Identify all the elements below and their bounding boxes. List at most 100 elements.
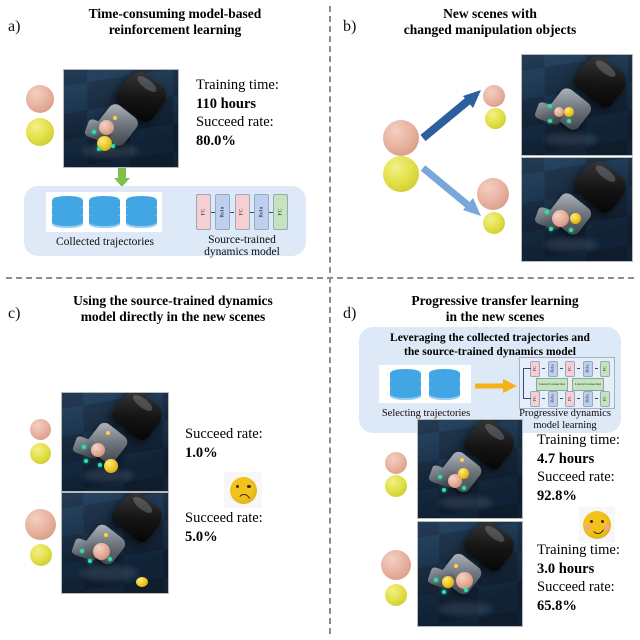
nn-layer-fc-2: FC bbox=[234, 194, 250, 230]
succeed-rate-value: 5.0% bbox=[185, 528, 218, 545]
nn-layer-label: FC bbox=[567, 365, 573, 372]
succeed-rate-value: 92.8% bbox=[537, 487, 577, 504]
panel-a-letter: a) bbox=[8, 18, 21, 35]
sphere-pink-d-row1 bbox=[385, 452, 407, 474]
panel-d-letter: d) bbox=[343, 305, 357, 322]
nn-layer-fc-1-bottom: FC bbox=[530, 390, 540, 407]
panel-c-letter: c) bbox=[8, 305, 21, 322]
lateral-connection-label: Lateral Connection bbox=[538, 381, 566, 386]
sphere-yellow-a bbox=[26, 118, 54, 146]
sphere-pink-c-row1 bbox=[30, 419, 51, 440]
sphere-yellow-c-row1 bbox=[30, 443, 51, 464]
robot-scene-a bbox=[63, 69, 179, 168]
panel-d-title-line1: Progressive transfer learning bbox=[411, 293, 579, 308]
marker-dot bbox=[111, 144, 115, 148]
nn-layer-label: Relu bbox=[219, 206, 226, 218]
database-icon bbox=[429, 369, 460, 401]
nn-layer-label: FC bbox=[602, 365, 608, 372]
source-trained-network-diagram: FC Relu FC Relu FC bbox=[196, 192, 288, 232]
panel-b-title-line1: New scenes with bbox=[443, 6, 537, 21]
panel-d-box-title-line1: Leveraging the collected trajectories an… bbox=[390, 332, 590, 344]
panel-d: d) Progressive transfer learning in the … bbox=[331, 279, 640, 640]
nn-layer-relu-2-bottom: Relu bbox=[582, 390, 593, 407]
scene-reflection bbox=[544, 133, 598, 146]
marker-dot bbox=[106, 431, 110, 435]
succeed-rate-label: Succeed rate: bbox=[537, 469, 615, 485]
panel-a-title-line1: Time-consuming model-based bbox=[88, 6, 262, 21]
object-pink bbox=[91, 443, 105, 457]
marker-dot bbox=[442, 590, 446, 594]
object-yellow bbox=[458, 468, 469, 479]
panel-c: c) Using the source-trained dynamics mod… bbox=[0, 279, 329, 640]
marker-dot bbox=[460, 458, 464, 462]
emoji-eye-left bbox=[235, 484, 239, 488]
network-bottom-row: FC Relu FC Relu FC bbox=[530, 390, 610, 407]
sphere-pink-d-row2 bbox=[381, 550, 411, 580]
nn-layer-relu-1-bottom: Relu bbox=[547, 390, 558, 407]
scene-reflection bbox=[438, 496, 492, 509]
nn-layer-label: Relu bbox=[550, 394, 556, 403]
panel-b: b) New scenes with changed manipulation … bbox=[331, 0, 640, 277]
sphere-pink-small-b bbox=[483, 85, 505, 107]
database-icon bbox=[390, 369, 421, 401]
robot-scene-c-row2 bbox=[61, 492, 169, 594]
robot-scene-d-row1 bbox=[417, 419, 523, 519]
scene-reflection bbox=[80, 565, 138, 581]
sad-face-emoji bbox=[224, 472, 262, 508]
marker-dot bbox=[567, 119, 571, 123]
sphere-yellow-c-row2 bbox=[30, 544, 52, 566]
database-icon bbox=[126, 196, 157, 229]
collected-trajectories-caption: Collected trajectories bbox=[55, 236, 155, 248]
sphere-yellow-large-b bbox=[483, 212, 505, 234]
sphere-yellow-d-row1 bbox=[385, 475, 407, 497]
sphere-yellow-d-row2 bbox=[385, 584, 407, 606]
emoji-smile-mouth bbox=[591, 525, 605, 534]
emoji-face bbox=[583, 511, 611, 539]
nn-layer-label: FC bbox=[532, 365, 538, 372]
sphere-pink-a bbox=[26, 85, 54, 113]
emoji-eye-left bbox=[590, 520, 593, 523]
succeed-rate-label: Succeed rate: bbox=[537, 579, 615, 595]
database-icon bbox=[89, 196, 120, 229]
nn-layer-label: FC bbox=[567, 395, 573, 402]
nn-layer-relu-1-top: Relu bbox=[547, 360, 558, 377]
nn-layer-fc-3-bottom: FC bbox=[600, 390, 610, 407]
nn-layer-fc-3: FC bbox=[273, 194, 288, 230]
panel-c-row2-stats: Succeed rate: 5.0% bbox=[185, 509, 263, 546]
marker-dot bbox=[108, 557, 112, 561]
database-backdrop bbox=[46, 192, 162, 232]
progressive-network-diagram: FC Relu FC Relu FC Lateral Connection La… bbox=[519, 357, 615, 409]
panel-d-row2-stats: Training time: 3.0 hours Succeed rate: 6… bbox=[537, 541, 620, 615]
source-trained-caption-line2: dynamics model bbox=[204, 246, 280, 258]
marker-dot bbox=[82, 445, 86, 449]
marker-dot bbox=[88, 559, 92, 563]
object-yellow bbox=[570, 213, 581, 224]
emoji-eye-right bbox=[601, 520, 604, 523]
object-pink bbox=[554, 107, 564, 117]
object-pink bbox=[552, 210, 569, 227]
marker-dot bbox=[464, 588, 468, 592]
marker-dot bbox=[454, 564, 458, 568]
pipeline-box-d: Leveraging the collected trajectories an… bbox=[359, 327, 621, 433]
marker-dot bbox=[462, 486, 466, 490]
nn-layer-label: Relu bbox=[258, 206, 265, 218]
training-time-value: 3.0 hours bbox=[537, 560, 595, 577]
scene-reflection bbox=[544, 238, 598, 251]
figure-root: a) Time-consuming model-based reinforcem… bbox=[0, 0, 640, 640]
object-yellow bbox=[442, 576, 454, 588]
lateral-connection-label: Lateral Connection bbox=[574, 381, 602, 386]
panel-c-title-line1: Using the source-trained dynamics bbox=[73, 293, 273, 308]
marker-dot bbox=[569, 228, 573, 232]
succeed-rate-value: 65.8% bbox=[537, 597, 577, 614]
arrow-to-small-objects-icon bbox=[420, 90, 481, 142]
marker-dot bbox=[548, 119, 552, 123]
emoji-eye-right bbox=[247, 484, 251, 488]
sphere-pink-large-b bbox=[477, 178, 509, 210]
emoji-blush-left bbox=[584, 525, 591, 530]
nn-layer-fc-2-top: FC bbox=[565, 360, 575, 377]
emoji-frown-mouth bbox=[237, 493, 251, 503]
marker-dot bbox=[549, 227, 553, 231]
nn-layer-label: FC bbox=[602, 395, 608, 402]
succeed-rate-label: Succeed rate: bbox=[185, 426, 263, 442]
sphere-yellow-source-b bbox=[383, 156, 419, 192]
